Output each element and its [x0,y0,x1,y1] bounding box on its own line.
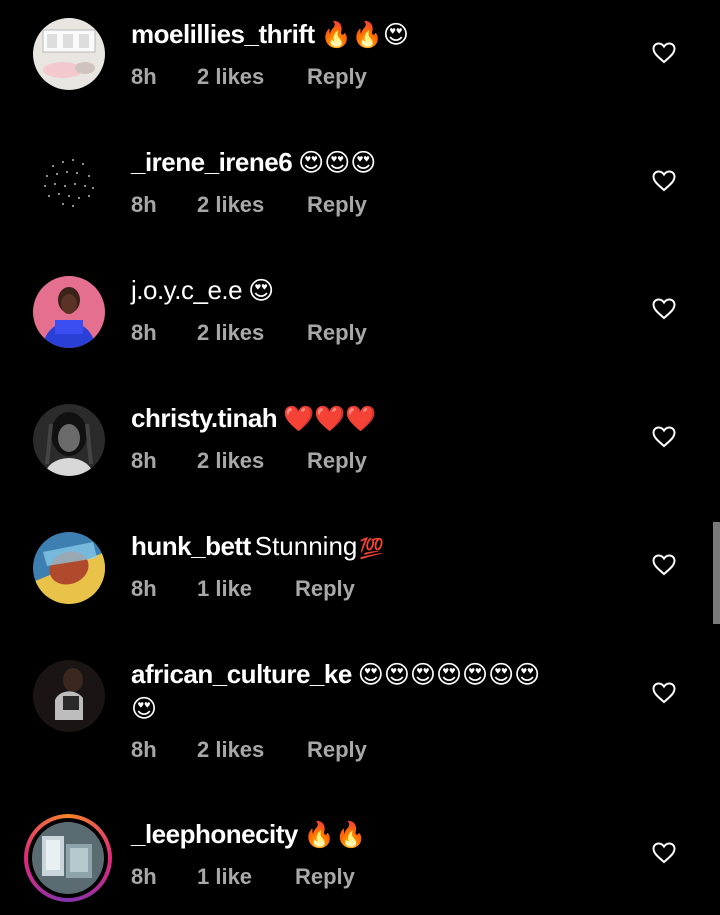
username[interactable]: hunk_bett [131,531,251,561]
comment-meta: 8h 2 likes Reply [131,736,367,764]
timestamp: 8h [131,320,157,345]
likes-count[interactable]: 1 like [197,863,295,891]
avatar[interactable] [33,532,105,604]
likes-count[interactable]: 2 likes [197,191,307,219]
heart-outline-icon[interactable] [652,682,676,704]
avatar[interactable] [33,276,105,348]
heart-outline-icon[interactable] [652,298,676,320]
comment-meta: 8h 1 like Reply [131,863,355,891]
reply-button[interactable]: Reply [307,63,367,91]
comment-line: hunk_bett Stunning 💯 [131,529,384,565]
likes-count[interactable]: 2 likes [197,736,307,764]
reply-button[interactable]: Reply [295,575,355,603]
comment-line: moelillies_thrift 🔥🔥😍 [131,17,409,52]
username[interactable]: j.o.y.c_e.e [131,275,243,305]
username[interactable]: moelillies_thrift [131,19,315,49]
heart-outline-icon[interactable] [652,842,676,864]
username[interactable]: _irene_irene6 [131,147,293,177]
avatar[interactable] [32,822,104,894]
reply-button[interactable]: Reply [295,863,355,891]
comment-emoji: 🔥🔥😍 [320,20,409,49]
reply-button[interactable]: Reply [307,191,367,219]
comment-line: _leephonecity 🔥🔥 [131,817,366,852]
timestamp: 8h [131,192,157,217]
comment-line: j.o.y.c_e.e 😍 [131,273,274,308]
comment-emoji: 🔥🔥 [303,820,367,849]
avatar-ring-inner [28,818,108,898]
username[interactable]: _leephonecity [131,819,298,849]
comment-meta: 8h 2 likes Reply [131,319,367,347]
timestamp: 8h [131,864,157,889]
avatar[interactable] [33,146,105,218]
comment-line: _irene_irene6 😍😍😍 [131,145,376,180]
timestamp: 8h [131,737,157,762]
comment-emoji: ❤️❤️❤️ [283,404,377,433]
comment-emoji: 😍😍😍 [298,148,377,177]
comment-text: Stunning [254,531,358,561]
comment-meta: 8h 1 like Reply [131,575,355,603]
avatar[interactable] [33,18,105,90]
comment-emoji: 💯 [359,536,385,560]
likes-count[interactable]: 1 like [197,575,295,603]
heart-outline-icon[interactable] [652,554,676,576]
likes-count[interactable]: 2 likes [197,447,307,475]
likes-count[interactable]: 2 likes [197,63,307,91]
comment-meta: 8h 2 likes Reply [131,63,367,91]
comment-line: christy.tinah ❤️❤️❤️ [131,401,377,436]
avatar-story-ring[interactable] [24,814,112,902]
username[interactable]: african_culture_ke [131,659,352,689]
reply-button[interactable]: Reply [307,319,367,347]
comment-meta: 8h 2 likes Reply [131,191,367,219]
comment-meta: 8h 2 likes Reply [131,447,367,475]
comment-emoji: 😍 [131,694,158,723]
avatar[interactable] [33,404,105,476]
heart-outline-icon[interactable] [652,170,676,192]
avatar[interactable] [33,660,105,732]
username[interactable]: christy.tinah [131,403,278,433]
comment-line-2: 😍 [131,691,157,726]
reply-button[interactable]: Reply [307,736,367,764]
likes-count[interactable]: 2 likes [197,319,307,347]
comment-emoji: 😍😍😍😍😍😍😍 [357,660,541,689]
timestamp: 8h [131,64,157,89]
timestamp: 8h [131,576,157,601]
scrollbar[interactable] [713,522,720,624]
reply-button[interactable]: Reply [307,447,367,475]
comment-emoji: 😍 [248,276,275,305]
comment-line: african_culture_ke 😍😍😍😍😍😍😍 [131,657,540,692]
heart-outline-icon[interactable] [652,426,676,448]
timestamp: 8h [131,448,157,473]
heart-outline-icon[interactable] [652,42,676,64]
